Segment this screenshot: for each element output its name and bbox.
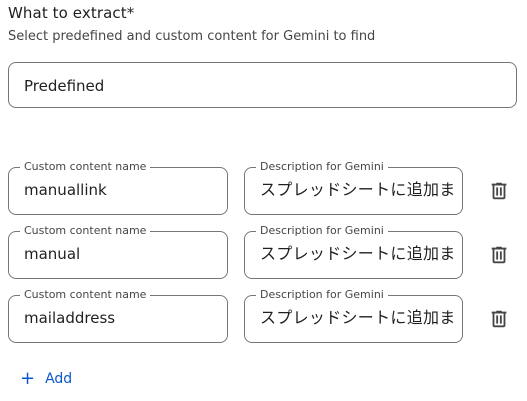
custom-content-name-label: Custom content name (20, 160, 151, 174)
custom-content-name-value: manual (24, 245, 81, 263)
custom-content-row: Custom content name manual Description f… (0, 224, 527, 279)
description-label: Description for Gemini (256, 224, 388, 238)
custom-content-row: Custom content name mailaddress Descript… (0, 288, 527, 343)
custom-content-name-field[interactable]: Custom content name mailaddress (8, 288, 228, 343)
add-button[interactable]: + Add (20, 368, 72, 390)
description-field[interactable]: Description for Gemini スプレッドシートに追加ま (244, 224, 463, 279)
extract-config-panel: What to extract* Select predefined and c… (0, 0, 527, 401)
description-field[interactable]: Description for Gemini スプレッドシートに追加ま (244, 160, 463, 215)
description-value: スプレッドシートに追加ま (260, 180, 454, 199)
custom-content-name-label: Custom content name (20, 224, 151, 238)
description-label: Description for Gemini (256, 288, 388, 302)
trash-icon[interactable] (488, 180, 510, 202)
custom-content-name-field[interactable]: Custom content name manual (8, 224, 228, 279)
add-button-label: Add (45, 371, 73, 387)
custom-content-name-value: manuallink (24, 181, 107, 199)
predefined-select-value: Predefined (24, 77, 105, 95)
plus-icon: + (20, 368, 36, 389)
description-field[interactable]: Description for Gemini スプレッドシートに追加ま (244, 288, 463, 343)
custom-content-row: Custom content name manuallink Descripti… (0, 160, 527, 215)
trash-icon[interactable] (488, 308, 510, 330)
custom-content-name-label: Custom content name (20, 288, 151, 302)
custom-content-name-value: mailaddress (24, 309, 116, 327)
predefined-select[interactable]: Predefined (8, 62, 517, 108)
description-label: Description for Gemini (256, 160, 388, 174)
description-value: スプレッドシートに追加ま (260, 308, 454, 327)
custom-content-name-field[interactable]: Custom content name manuallink (8, 160, 228, 215)
section-title: What to extract* (8, 4, 135, 22)
section-subtitle: Select predefined and custom content for… (8, 29, 376, 44)
trash-icon[interactable] (488, 244, 510, 266)
description-value: スプレッドシートに追加ま (260, 244, 454, 263)
